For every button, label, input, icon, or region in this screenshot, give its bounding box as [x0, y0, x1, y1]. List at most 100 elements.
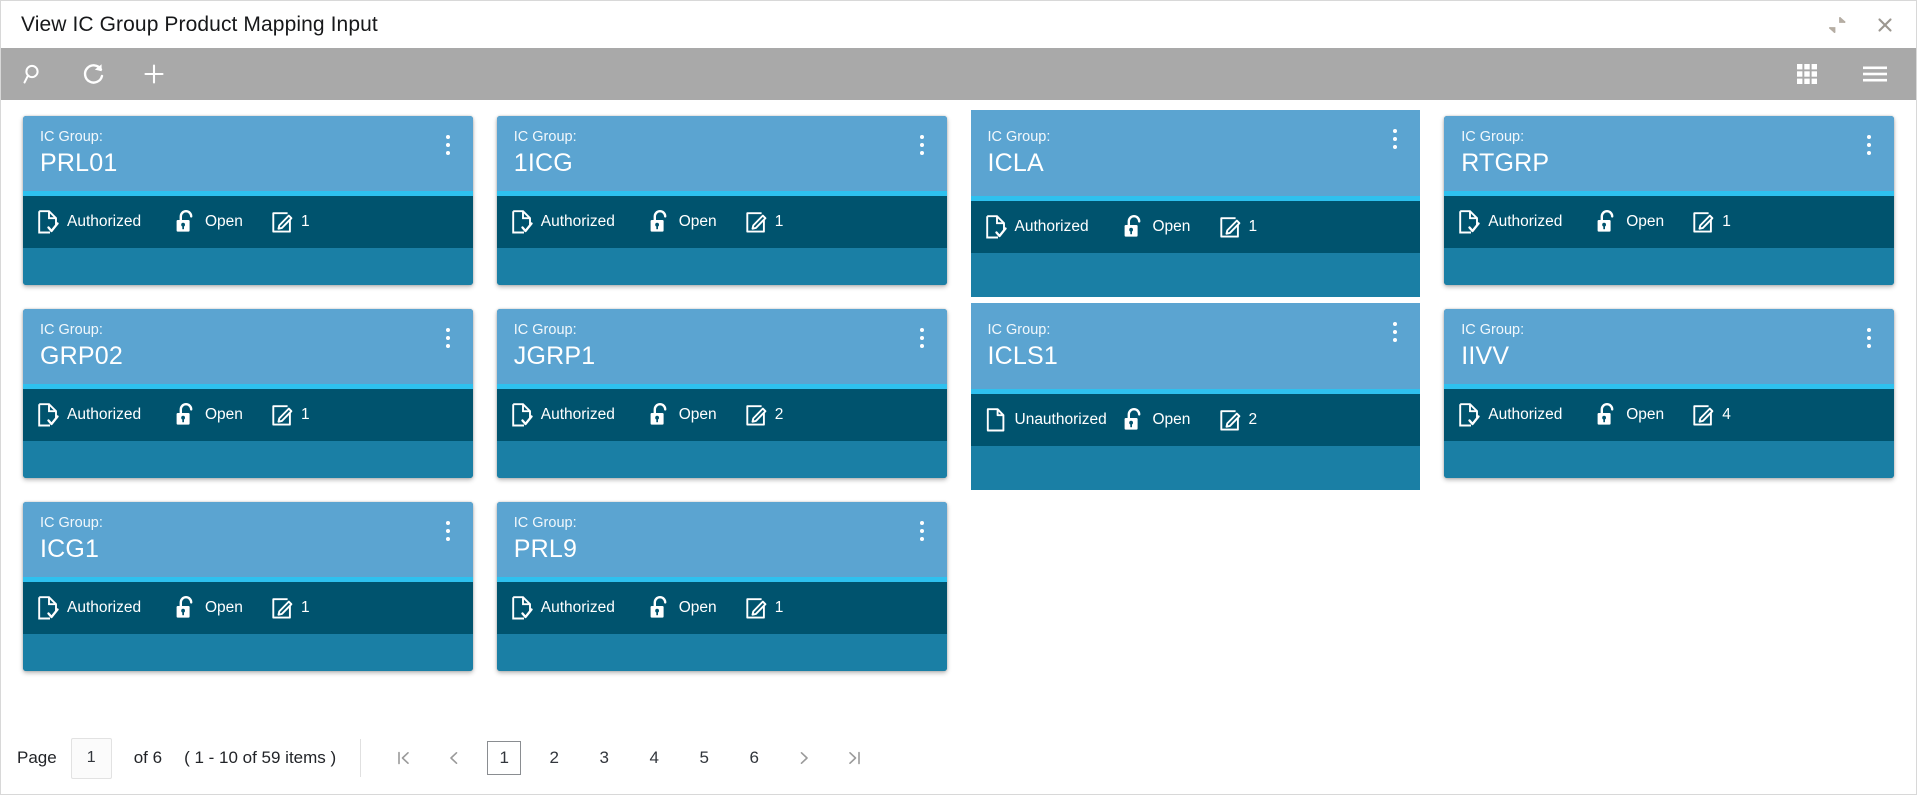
card-header: IC Group: PRL01 [23, 116, 473, 192]
card-footer [1444, 248, 1894, 286]
card-footer [23, 441, 473, 479]
ic-group-card[interactable]: IC Group: GRP02 Authorized Open 1 [23, 309, 473, 479]
record-lock-status-text: Open [1152, 218, 1191, 235]
page-button-4[interactable]: 4 [637, 741, 671, 775]
card-footer [23, 634, 473, 672]
modification-count-text: 1 [774, 213, 784, 231]
modification-count: 4 [1692, 404, 1731, 427]
record-lock-status: Open [175, 596, 271, 620]
menu-button[interactable] [1856, 55, 1894, 93]
ic-group-card[interactable]: IC Group: IIVV Authorized Open 4 [1444, 309, 1894, 479]
page-button-2[interactable]: 2 [537, 741, 571, 775]
search-button[interactable] [15, 55, 53, 93]
card-slot: IC Group: PRL9 Authorized Open 1 [485, 496, 959, 683]
authorization-status-text: Authorized [1014, 218, 1089, 235]
tile-view-button[interactable] [1788, 55, 1826, 93]
card-header: IC Group: 1ICG [496, 116, 947, 192]
document-check-icon [37, 596, 59, 620]
card-ic-group-value: PRL9 [513, 535, 578, 564]
ic-group-card[interactable]: IC Group: RTGRP Authorized Open 1 [1444, 116, 1894, 286]
modification-count: 1 [745, 597, 784, 620]
card-footer [970, 446, 1421, 490]
modification-count-text: 1 [1722, 213, 1731, 231]
modification-count: 2 [745, 404, 783, 427]
record-lock-status: Open [1123, 215, 1219, 239]
modification-count: 1 [271, 404, 310, 427]
previous-page-icon[interactable] [437, 741, 471, 775]
card-list-region: IC Group: PRL01 Authorized Open 1 IC Group: 1I… [1, 100, 1916, 722]
record-lock-status: Open [1123, 408, 1219, 432]
authorization-status-text: Authorized [540, 406, 615, 424]
authorization-status: Authorized [1458, 210, 1596, 234]
unlocked-padlock-icon [1596, 403, 1618, 427]
kebab-menu-icon[interactable] [911, 516, 933, 546]
ic-group-card[interactable]: IC Group: JGRP1 Authorized Open 2 [496, 309, 947, 479]
search-icon [21, 61, 47, 87]
card-field-label: IC Group: [513, 322, 577, 338]
page-number-input[interactable] [70, 737, 112, 779]
card-status-bar: Authorized Open 1 [970, 201, 1421, 253]
document-check-icon [511, 403, 533, 427]
modification-count: 1 [1219, 216, 1257, 239]
modification-count: 2 [1219, 409, 1258, 432]
last-page-icon[interactable] [837, 741, 871, 775]
kebab-menu-icon[interactable] [437, 130, 459, 160]
ic-group-card[interactable]: IC Group: ICLA Authorized Open 1 [970, 110, 1421, 297]
page-button-1[interactable]: 1 [487, 741, 522, 775]
edit-square-icon [1692, 211, 1714, 234]
card-ic-group-value: ICG1 [40, 535, 100, 564]
refresh-button[interactable] [75, 55, 113, 93]
ic-group-card[interactable]: IC Group: PRL01 Authorized Open 1 [23, 116, 473, 286]
card-ic-group-value: IIVV [1461, 342, 1510, 371]
unlocked-padlock-icon [175, 210, 197, 234]
page-button-3[interactable]: 3 [587, 741, 621, 775]
card-ic-group-value: 1ICG [513, 149, 573, 178]
card-ic-group-value: GRP02 [40, 342, 123, 371]
page-button-5[interactable]: 5 [687, 741, 721, 775]
record-lock-status: Open [175, 403, 271, 427]
card-status-bar: Authorized Open 4 [1444, 389, 1894, 442]
kebab-menu-icon[interactable] [437, 516, 459, 546]
record-lock-status: Open [649, 596, 745, 620]
kebab-menu-icon[interactable] [911, 130, 933, 160]
authorization-status: Authorized [985, 215, 1123, 239]
card-status-bar: Authorized Open 1 [496, 582, 947, 635]
next-page-icon[interactable] [787, 741, 821, 775]
record-lock-status-text: Open [205, 406, 243, 424]
document-check-icon [37, 403, 59, 427]
modification-count-text: 2 [1248, 411, 1258, 428]
record-lock-status-text: Open [1626, 406, 1665, 424]
kebab-menu-icon[interactable] [911, 323, 933, 353]
ic-group-card[interactable]: IC Group: ICG1 Authorized Open 1 [23, 502, 473, 672]
kebab-menu-icon[interactable] [1384, 317, 1406, 347]
modification-count-text: 1 [301, 406, 310, 424]
record-lock-status: Open [649, 403, 745, 427]
card-field-label: IC Group: [513, 129, 577, 145]
ic-group-card[interactable]: IC Group: PRL9 Authorized Open 1 [496, 502, 947, 672]
ic-group-card[interactable]: IC Group: ICLS1 Unauthorized Open 2 [970, 303, 1421, 490]
kebab-menu-icon[interactable] [1858, 323, 1880, 353]
modification-count-text: 1 [774, 599, 784, 617]
card-ic-group-value: PRL01 [40, 149, 118, 178]
modification-count: 1 [271, 211, 310, 234]
action-toolbar [1, 48, 1916, 100]
authorization-status: Authorized [37, 210, 175, 234]
kebab-menu-icon[interactable] [1858, 130, 1880, 160]
authorization-status: Authorized [37, 596, 175, 620]
card-status-bar: Unauthorized Open 2 [970, 394, 1421, 446]
close-icon[interactable] [1872, 12, 1898, 38]
kebab-menu-icon[interactable] [1384, 124, 1406, 154]
unlocked-padlock-icon [175, 596, 197, 620]
ic-group-card[interactable]: IC Group: 1ICG Authorized Open 1 [496, 116, 947, 286]
kebab-menu-icon[interactable] [437, 323, 459, 353]
hamburger-menu-icon [1862, 63, 1888, 85]
modification-count: 1 [1692, 211, 1731, 234]
card-footer [496, 634, 947, 672]
first-page-icon[interactable] [387, 741, 421, 775]
add-button[interactable] [135, 55, 173, 93]
restore-down-icon[interactable] [1824, 12, 1850, 38]
card-status-bar: Authorized Open 1 [23, 582, 473, 635]
card-status-bar: Authorized Open 1 [23, 196, 473, 249]
pagination-bar: Page of 6 ( 1 - 10 of 59 items ) 123456 [1, 722, 1916, 794]
page-button-6[interactable]: 6 [737, 741, 771, 775]
